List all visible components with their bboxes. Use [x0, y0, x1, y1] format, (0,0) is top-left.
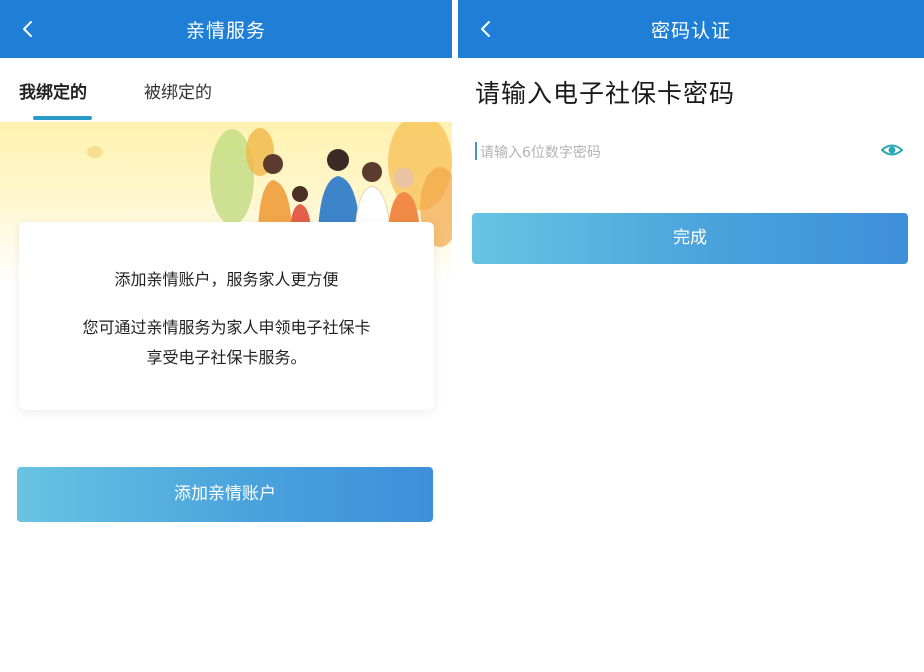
card-title: 添加亲情账户，服务家人更方便	[114, 270, 339, 289]
tab-bar: 我绑定的 被绑定的	[0, 58, 452, 122]
done-button[interactable]: 完成	[472, 213, 908, 264]
nav-bar: 密码认证	[458, 0, 924, 58]
page-title: 亲情服务	[185, 20, 266, 42]
password-heading: 请输入电子社保卡密码	[475, 79, 736, 108]
add-family-account-button[interactable]: 添加亲情账户	[17, 467, 433, 522]
page-title: 密码认证	[650, 20, 731, 42]
eye-icon[interactable]	[881, 140, 903, 160]
password-placeholder: 请输入6位数字密码	[480, 145, 601, 161]
card-description-line-2: 享受电子社保卡服务。	[146, 348, 307, 367]
password-verification-screen: 密码认证 请输入电子社保卡密码 请输入6位数字密码 完成	[458, 0, 924, 672]
text-cursor	[475, 142, 477, 160]
tab-my-bindings[interactable]: 我绑定的	[19, 78, 87, 103]
family-service-screen: 亲情服务 我绑定的 被绑定的 添加亲情账户，服务家人更方便 您可通过亲情服务为家…	[0, 0, 452, 672]
nav-bar: 亲情服务	[0, 0, 452, 58]
password-input[interactable]: 请输入6位数字密码	[475, 128, 911, 176]
add-family-info-card: 添加亲情账户，服务家人更方便 您可通过亲情服务为家人申领电子社保卡 享受电子社保…	[19, 222, 434, 410]
card-description-line-1: 您可通过亲情服务为家人申领电子社保卡	[82, 318, 371, 337]
tab-bound-by-others[interactable]: 被绑定的	[144, 78, 212, 103]
active-tab-indicator	[33, 116, 92, 120]
